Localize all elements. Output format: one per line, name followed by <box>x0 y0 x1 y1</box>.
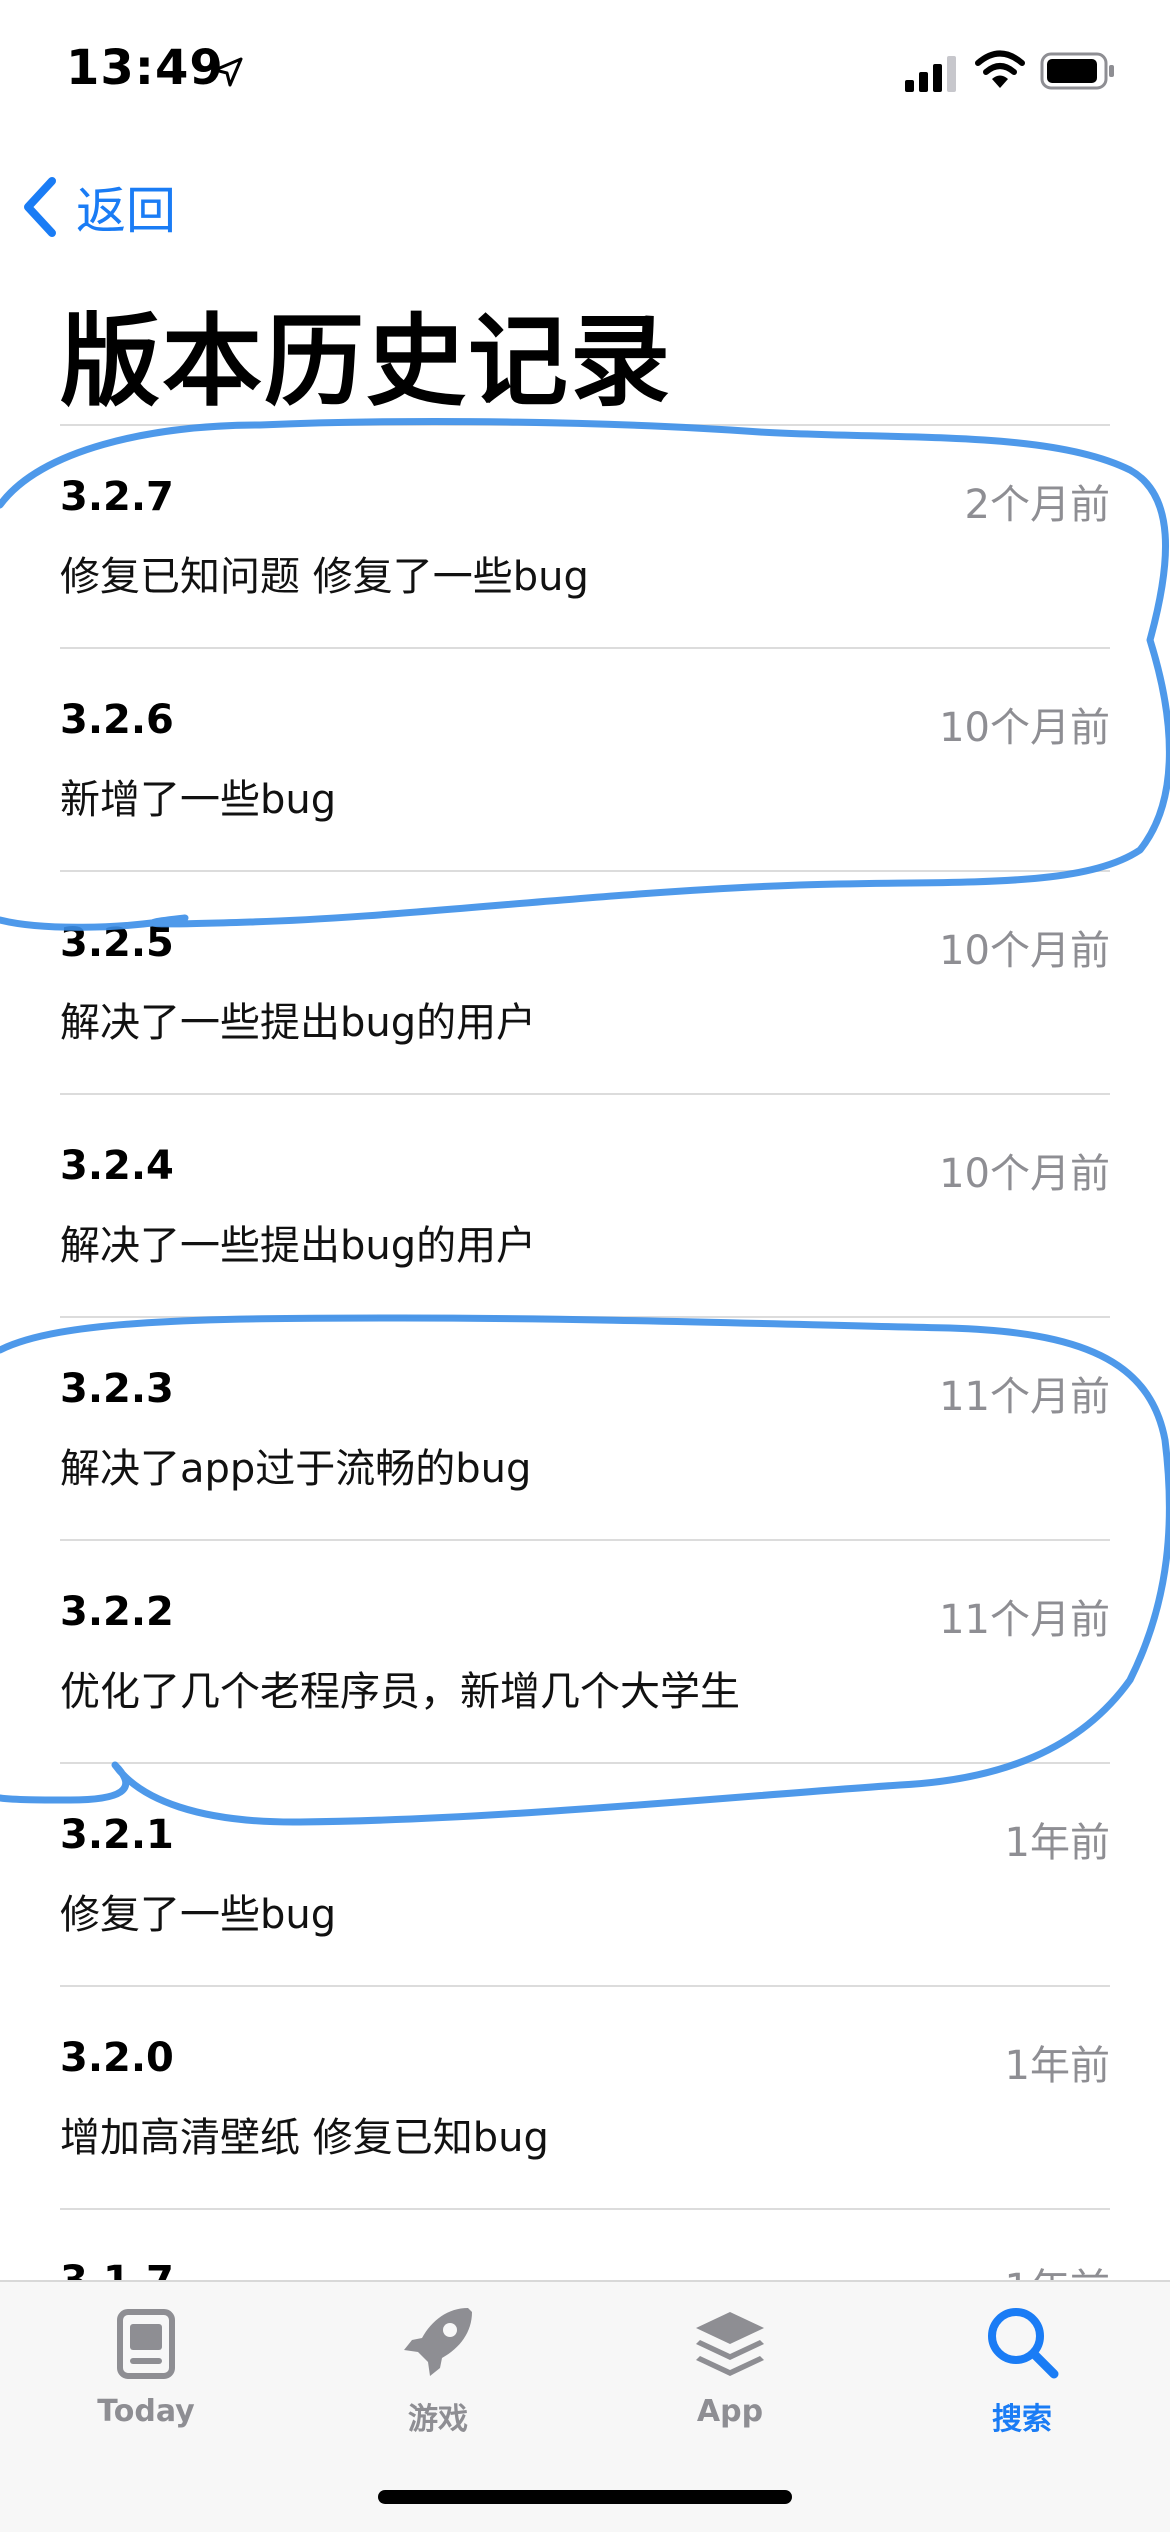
version-date: 11个月前 <box>939 1597 1110 1643</box>
version-notes: 修复了一些bug <box>60 1892 337 1938</box>
tab-today[interactable]: Today <box>46 2302 246 2429</box>
wifi-icon <box>975 50 1025 94</box>
tab-label: 搜索 <box>992 2402 1052 2437</box>
version-notes: 修复已知问题 修复了一些bug <box>60 554 589 600</box>
version-number: 3.2.5 <box>60 920 174 966</box>
home-indicator[interactable] <box>378 2490 792 2504</box>
tab-apps[interactable]: App <box>630 2302 830 2429</box>
version-history-screen: 13:49 返回 版本历史记录 3.2.7 2个月前 修复已知问题 修复了一些b… <box>0 0 1170 2532</box>
version-item: 3.2.4 10个月前 解决了一些提出bug的用户 <box>60 1093 1110 1316</box>
version-item: 3.2.0 1年前 增加高清壁纸 修复已知bug <box>60 1985 1110 2208</box>
version-number: 3.2.1 <box>60 1812 174 1858</box>
version-number: 3.2.4 <box>60 1143 174 1189</box>
chevron-left-icon <box>24 177 56 237</box>
version-date: 1年前 <box>1004 2043 1110 2089</box>
tab-search[interactable]: 搜索 <box>922 2302 1122 2438</box>
tab-label: 游戏 <box>408 2402 468 2437</box>
version-item: 3.2.7 2个月前 修复已知问题 修复了一些bug <box>60 424 1110 647</box>
version-number: 3.2.7 <box>60 474 174 520</box>
page-title: 版本历史记录 <box>60 303 672 420</box>
battery-icon <box>1040 52 1116 94</box>
tab-label: App <box>696 2394 764 2429</box>
version-date: 2个月前 <box>964 482 1110 528</box>
tab-label: Today <box>97 2394 195 2429</box>
version-number: 3.2.6 <box>60 697 174 743</box>
version-list[interactable]: 3.2.7 2个月前 修复已知问题 修复了一些bug 3.2.6 10个月前 新… <box>0 424 1170 2431</box>
status-bar: 13:49 <box>0 0 1170 150</box>
version-notes: 优化了几个老程序员，新增几个大学生 <box>60 1669 740 1715</box>
cellular-signal-icon <box>905 56 959 96</box>
version-date: 11个月前 <box>939 1374 1110 1420</box>
location-arrow-icon <box>212 56 244 92</box>
rocket-icon <box>404 2308 472 2376</box>
version-notes: 解决了一些提出bug的用户 <box>60 1000 537 1046</box>
version-item: 3.2.5 10个月前 解决了一些提出bug的用户 <box>60 870 1110 1093</box>
version-notes: 增加高清壁纸 修复已知bug <box>60 2115 549 2161</box>
version-item: 3.2.3 11个月前 解决了app过于流畅的bug <box>60 1316 1110 1539</box>
version-notes: 解决了一些提出bug的用户 <box>60 1223 537 1269</box>
version-date: 10个月前 <box>939 1151 1110 1197</box>
search-icon <box>988 2308 1059 2379</box>
app-stack-icon <box>696 2312 764 2376</box>
version-date: 10个月前 <box>939 705 1110 751</box>
version-item: 3.2.2 11个月前 优化了几个老程序员，新增几个大学生 <box>60 1539 1110 1762</box>
status-time: 13:49 <box>66 40 224 96</box>
version-number: 3.2.2 <box>60 1589 174 1635</box>
version-date: 1年前 <box>1004 1820 1110 1866</box>
version-date: 10个月前 <box>939 928 1110 974</box>
today-icon <box>117 2309 175 2379</box>
version-item: 3.2.6 10个月前 新增了一些bug <box>60 647 1110 870</box>
version-item: 3.2.1 1年前 修复了一些bug <box>60 1762 1110 1985</box>
version-notes: 新增了一些bug <box>60 777 337 823</box>
tab-games[interactable]: 游戏 <box>338 2302 538 2438</box>
back-button[interactable]: 返回 <box>22 172 176 242</box>
version-number: 3.2.0 <box>60 2035 174 2081</box>
version-number: 3.2.3 <box>60 1366 174 1412</box>
version-notes: 解决了app过于流畅的bug <box>60 1446 532 1492</box>
back-label: 返回 <box>76 182 176 240</box>
